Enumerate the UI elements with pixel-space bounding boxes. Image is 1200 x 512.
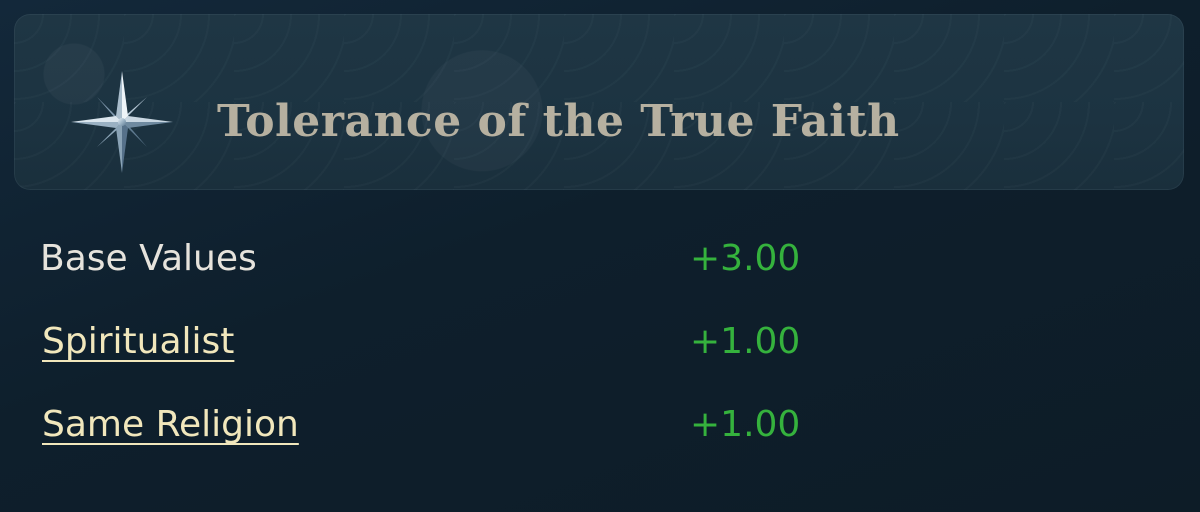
modifier-link-spiritualist[interactable]: Spiritualist <box>42 321 234 362</box>
modifier-row-spiritualist: Spiritualist +1.00 <box>0 311 1200 394</box>
modifier-row-same-religion: Same Religion +1.00 <box>0 394 1200 477</box>
modifier-value: +3.00 <box>690 238 801 279</box>
tooltip-panel: Tolerance of the True Faith Base Values … <box>0 0 1200 512</box>
compass-star-icon <box>71 71 173 173</box>
tooltip-title: Tolerance of the True Faith <box>217 96 900 147</box>
modifier-link-same-religion[interactable]: Same Religion <box>42 404 299 445</box>
modifier-value: +1.00 <box>690 404 801 445</box>
tooltip-header: Tolerance of the True Faith <box>14 14 1184 190</box>
modifier-row-base-values: Base Values +3.00 <box>0 228 1200 311</box>
modifier-label: Base Values <box>40 238 257 279</box>
modifier-value: +1.00 <box>690 321 801 362</box>
modifier-list: Base Values +3.00 Spiritualist +1.00 Sam… <box>0 228 1200 477</box>
